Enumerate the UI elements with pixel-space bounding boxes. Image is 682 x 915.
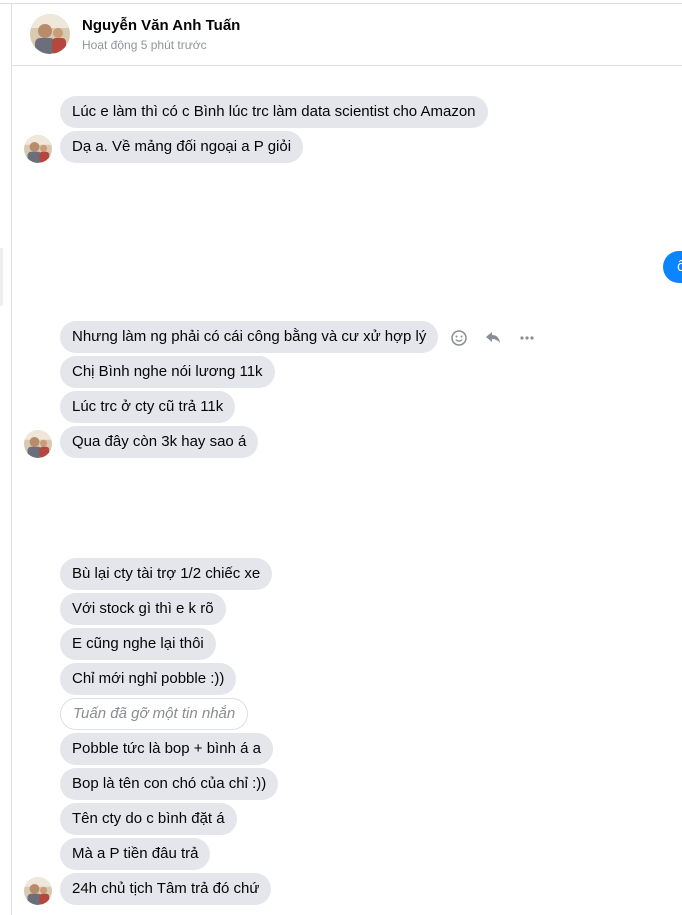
- message-bubble[interactable]: Pobble tức là bop + bình á a: [60, 733, 273, 765]
- left-divider: [11, 4, 12, 915]
- panel-edge: [0, 248, 3, 306]
- message-bubble[interactable]: Tên cty do c bình đặt á: [60, 803, 237, 835]
- message-bubble[interactable]: Bù lại cty tài trợ 1/2 chiếc xe: [60, 558, 273, 590]
- message-bubble[interactable]: 24h chủ tịch Tâm trả đó chứ: [60, 873, 272, 905]
- sender-avatar[interactable]: [24, 877, 52, 905]
- reply-icon[interactable]: [482, 327, 504, 349]
- smiley-icon[interactable]: [448, 327, 470, 349]
- sender-avatar[interactable]: [24, 135, 52, 163]
- avatar-photo: [24, 135, 52, 163]
- removed-message-notice: Tuấn đã gỡ một tin nhắn: [60, 698, 249, 730]
- outgoing-message-bubble[interactable]: ổ: [663, 251, 682, 283]
- avatar-photo: [24, 430, 52, 458]
- active-status: Hoạt động 5 phút trước: [82, 38, 207, 52]
- more-icon[interactable]: [516, 327, 538, 349]
- message-bubble[interactable]: Lúc trc ở cty cũ trả 11k: [60, 391, 236, 423]
- message-bubble[interactable]: Lúc e làm thì có c Bình lúc trc làm data…: [60, 96, 488, 128]
- message-bubble[interactable]: Bop là tên con chó của chỉ :)): [60, 768, 279, 800]
- message-bubble[interactable]: Mà a P tiền đâu trả: [60, 838, 211, 870]
- contact-name[interactable]: Nguyễn Văn Anh Tuấn: [82, 17, 240, 34]
- avatar-photo: [30, 14, 70, 54]
- sender-avatar[interactable]: [24, 430, 52, 458]
- message-bubble[interactable]: E cũng nghe lại thôi: [60, 628, 216, 660]
- message-bubble[interactable]: Dạ a. Về mảng đối ngoại a P giỏi: [60, 131, 304, 163]
- message-bubble[interactable]: Nhưng làm ng phải có cái công bằng và cư…: [60, 321, 439, 353]
- contact-avatar[interactable]: [30, 14, 70, 54]
- avatar-photo: [24, 877, 52, 905]
- conversation-header: Nguyễn Văn Anh Tuấn Hoạt động 5 phút trư…: [12, 4, 682, 66]
- message-bubble[interactable]: Chị Bình nghe nói lương 11k: [60, 356, 275, 388]
- message-bubble[interactable]: Chỉ mới nghỉ pobble :)): [60, 663, 237, 695]
- message-bubble[interactable]: Qua đây còn 3k hay sao á: [60, 426, 259, 458]
- message-bubble[interactable]: Với stock gì thì e k rõ: [60, 593, 226, 625]
